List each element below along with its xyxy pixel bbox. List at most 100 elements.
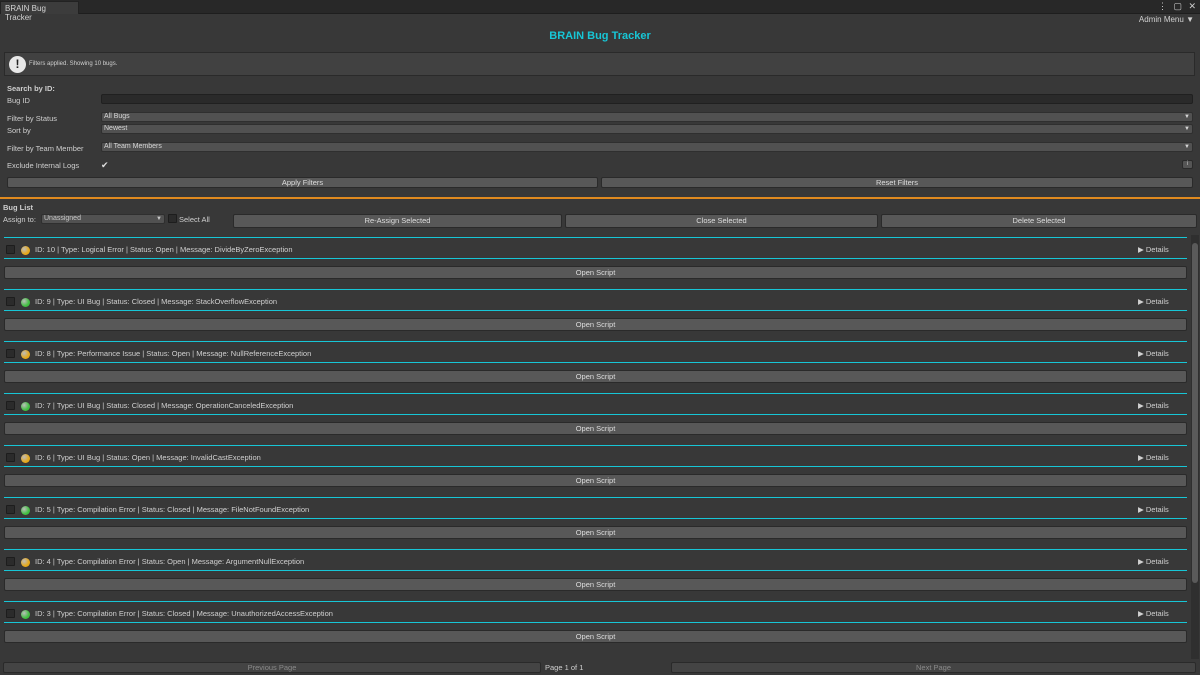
info-box: ! Filters applied. Showing 10 bugs. <box>4 52 1195 76</box>
status-icon <box>21 454 30 463</box>
sort-label: Sort by <box>7 126 31 135</box>
open-script-button[interactable]: Open Script <box>4 630 1187 643</box>
bug-item: ID: 10 | Type: Logical Error | Status: O… <box>0 235 1190 287</box>
next-page-button[interactable]: Next Page <box>671 662 1196 673</box>
caret-right-icon: ▶ <box>1138 245 1144 254</box>
apply-filters-button[interactable]: Apply Filters <box>7 177 598 188</box>
scrollbar[interactable] <box>1191 235 1199 659</box>
sort-select[interactable]: Newest ▼ <box>101 124 1193 134</box>
bug-mid-line <box>4 570 1187 571</box>
bug-item: ID: 4 | Type: Compilation Error | Status… <box>0 547 1190 599</box>
bug-mid-line <box>4 258 1187 259</box>
exclude-logs-checkbox[interactable]: ✔ <box>101 160 109 171</box>
bug-summary: ID: 9 | Type: UI Bug | Status: Closed | … <box>35 297 278 306</box>
caret-right-icon: ▶ <box>1138 505 1144 514</box>
info-small-button[interactable]: i <box>1182 160 1193 169</box>
bug-select-checkbox[interactable] <box>6 349 15 358</box>
open-script-button[interactable]: Open Script <box>4 266 1187 279</box>
assign-select[interactable]: Unassigned ▼ <box>41 214 165 224</box>
reassign-selected-button[interactable]: Re-Assign Selected <box>233 214 562 228</box>
chevron-down-icon: ▼ <box>1186 15 1194 24</box>
status-icon <box>21 506 30 515</box>
bug-select-checkbox[interactable] <box>6 557 15 566</box>
bug-mid-line <box>4 310 1187 311</box>
exclude-logs-label: Exclude Internal Logs <box>7 161 80 170</box>
details-label: Details <box>1145 557 1169 566</box>
close-selected-button[interactable]: Close Selected <box>565 214 878 228</box>
select-all-checkbox[interactable] <box>168 214 177 223</box>
details-toggle[interactable]: ▶ Details <box>1138 245 1169 254</box>
bug-mid-line <box>4 518 1187 519</box>
status-icon <box>21 558 30 567</box>
bug-list-heading: Bug List <box>3 203 33 212</box>
status-icon <box>21 246 30 255</box>
details-toggle[interactable]: ▶ Details <box>1138 609 1169 618</box>
bug-item: ID: 7 | Type: UI Bug | Status: Closed | … <box>0 391 1190 443</box>
previous-page-button[interactable]: Previous Page <box>3 662 541 673</box>
details-toggle[interactable]: ▶ Details <box>1138 505 1169 514</box>
bug-select-checkbox[interactable] <box>6 245 15 254</box>
bug-summary: ID: 8 | Type: Performance Issue | Status… <box>35 349 312 358</box>
info-message: Filters applied. Showing 10 bugs. <box>29 61 118 67</box>
delete-selected-button[interactable]: Delete Selected <box>881 214 1197 228</box>
bug-select-checkbox[interactable] <box>6 505 15 514</box>
bug-id-label: Bug ID <box>7 96 30 105</box>
bug-select-checkbox[interactable] <box>6 401 15 410</box>
caret-right-icon: ▶ <box>1138 401 1144 410</box>
bug-summary: ID: 6 | Type: UI Bug | Status: Open | Me… <box>35 453 261 462</box>
details-label: Details <box>1145 297 1169 306</box>
bug-top-line <box>4 341 1187 342</box>
bug-summary: ID: 5 | Type: Compilation Error | Status… <box>35 505 310 514</box>
caret-right-icon: ▶ <box>1138 609 1144 618</box>
bug-top-line <box>4 445 1187 446</box>
bug-summary: ID: 3 | Type: Compilation Error | Status… <box>35 609 333 618</box>
bug-top-line <box>4 289 1187 290</box>
bug-id-input[interactable] <box>101 94 1193 104</box>
open-script-button[interactable]: Open Script <box>4 526 1187 539</box>
bug-mid-line <box>4 466 1187 467</box>
team-filter-value: All Team Members <box>104 143 162 150</box>
bug-mid-line <box>4 622 1187 623</box>
status-icon <box>21 298 30 307</box>
select-all-label: Select All <box>179 215 210 224</box>
bug-list: ID: 10 | Type: Logical Error | Status: O… <box>0 235 1190 659</box>
details-toggle[interactable]: ▶ Details <box>1138 297 1169 306</box>
details-toggle[interactable]: ▶ Details <box>1138 557 1169 566</box>
bug-summary: ID: 10 | Type: Logical Error | Status: O… <box>35 245 293 254</box>
status-filter-select[interactable]: All Bugs ▼ <box>101 112 1193 122</box>
bug-item: ID: 6 | Type: UI Bug | Status: Open | Me… <box>0 443 1190 495</box>
chevron-down-icon: ▼ <box>1184 126 1190 132</box>
details-toggle[interactable]: ▶ Details <box>1138 453 1169 462</box>
caret-right-icon: ▶ <box>1138 557 1144 566</box>
admin-menu[interactable]: Admin Menu ▼ <box>1139 15 1194 24</box>
open-script-button[interactable]: Open Script <box>4 370 1187 383</box>
section-divider <box>0 197 1200 199</box>
bug-mid-line <box>4 362 1187 363</box>
bug-select-checkbox[interactable] <box>6 453 15 462</box>
bug-select-checkbox[interactable] <box>6 297 15 306</box>
team-filter-select[interactable]: All Team Members ▼ <box>101 142 1193 152</box>
details-label: Details <box>1145 505 1169 514</box>
window-controls[interactable]: ⋮ ▢ ✕ <box>1158 1 1198 12</box>
open-script-button[interactable]: Open Script <box>4 318 1187 331</box>
reset-filters-button[interactable]: Reset Filters <box>601 177 1193 188</box>
scrollbar-thumb[interactable] <box>1192 243 1198 583</box>
bug-summary: ID: 7 | Type: UI Bug | Status: Closed | … <box>35 401 294 410</box>
caret-right-icon: ▶ <box>1138 297 1144 306</box>
bug-top-line <box>4 601 1187 602</box>
open-script-button[interactable]: Open Script <box>4 578 1187 591</box>
window-tab[interactable]: BRAIN Bug Tracker <box>0 1 79 22</box>
open-script-button[interactable]: Open Script <box>4 422 1187 435</box>
caret-right-icon: ▶ <box>1138 349 1144 358</box>
chevron-down-icon: ▼ <box>156 216 162 222</box>
status-icon <box>21 350 30 359</box>
bug-top-line <box>4 237 1187 238</box>
bug-select-checkbox[interactable] <box>6 609 15 618</box>
assign-value: Unassigned <box>44 215 81 222</box>
exclamation-icon: ! <box>9 56 26 73</box>
search-heading: Search by ID: <box>7 84 55 93</box>
open-script-button[interactable]: Open Script <box>4 474 1187 487</box>
details-toggle[interactable]: ▶ Details <box>1138 401 1169 410</box>
details-toggle[interactable]: ▶ Details <box>1138 349 1169 358</box>
details-label: Details <box>1145 401 1169 410</box>
